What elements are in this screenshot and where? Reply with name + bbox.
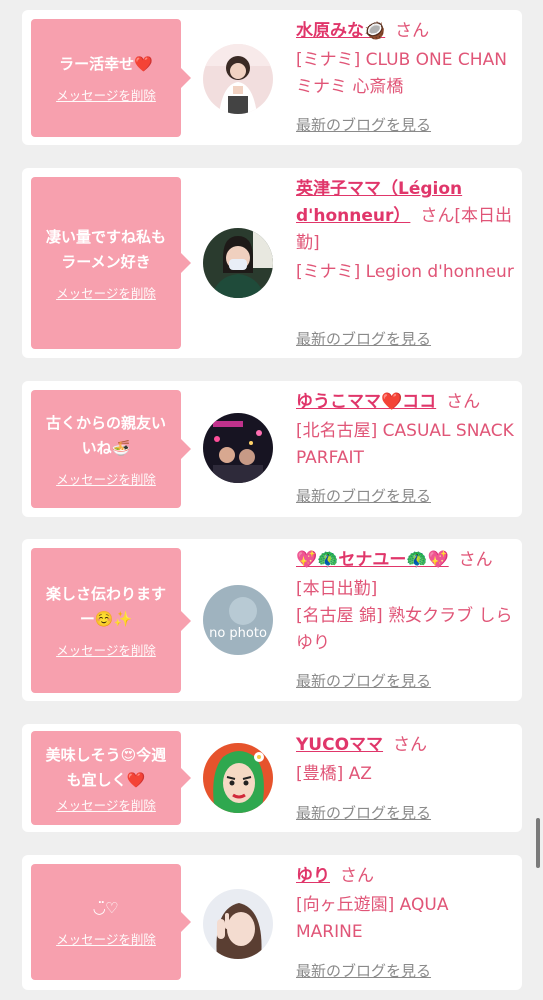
user-name-link[interactable]: ゆり — [296, 866, 330, 886]
latest-blog-link[interactable]: 最新のブログを見る — [296, 960, 431, 981]
shop-text: [豊橋] AZ — [296, 764, 372, 784]
message-bubble: 楽しさ伝わります ー☺️✨ メッセージを削除 — [31, 548, 191, 693]
avatar[interactable] — [203, 228, 273, 298]
user-name-link[interactable]: 水原みな🥥 — [296, 21, 385, 41]
user-name-link[interactable]: YUCOママ — [296, 735, 383, 755]
avatar[interactable] — [203, 44, 273, 114]
delete-message-link[interactable]: メッセージを削除 — [56, 469, 156, 488]
item-info: 💖🦚セナユー🦚💖 さん [本日出勤] [名古屋 錦] 熟女クラブ しらゆり — [296, 547, 516, 657]
delete-message-link[interactable]: メッセージを削除 — [56, 640, 156, 659]
user-name-link[interactable]: ゆうこママ❤️ココ — [296, 392, 436, 412]
message-bubble: ラー活幸せ❤️ メッセージを削除 — [31, 19, 191, 137]
message-text: 古くからの親友い いね🍜 — [45, 413, 166, 457]
message-text: ◡̈♡ — [93, 899, 119, 917]
item-info: YUCOママ さん [豊橋] AZ — [296, 732, 516, 788]
user-name-link[interactable]: 💖🦚セナユー🦚💖 — [296, 550, 449, 570]
avatar[interactable] — [203, 743, 273, 813]
shop-text: [向ヶ丘遊園] AQUA MARINE — [296, 895, 449, 942]
message-bubble: 古くからの親友い いね🍜 メッセージを削除 — [31, 390, 191, 508]
delete-message-link[interactable]: メッセージを削除 — [56, 85, 156, 104]
latest-blog-link[interactable]: 最新のブログを見る — [296, 328, 431, 349]
item-info: 水原みな🥥 さん [ミナミ] CLUB ONE CHAN ミナミ 心斎橋 — [296, 18, 516, 101]
item-info: ゆうこママ❤️ココ さん [北名古屋] CASUAL SNACK PARFAIT — [296, 389, 516, 472]
message-text: 凄い量ですね私も ラーメン好き — [45, 227, 166, 271]
list-item: 古くからの親友い いね🍜 メッセージを削除 ゆうこママ❤️ココ さん [北名古屋]… — [22, 381, 522, 517]
honorific: さん — [340, 866, 374, 886]
shop-text: [本日出勤] [名古屋 錦] 熟女クラブ しらゆり — [296, 579, 513, 653]
list-item: 楽しさ伝わります ー☺️✨ メッセージを削除 no photo 💖🦚セナユー🦚💖… — [22, 539, 522, 701]
delete-message-link[interactable]: メッセージを削除 — [56, 283, 156, 302]
shop-text: [ミナミ] CLUB ONE CHAN ミナミ 心斎橋 — [296, 50, 507, 97]
honorific: さん — [420, 206, 455, 226]
message-text: ラー活幸せ❤️ — [59, 55, 153, 73]
latest-blog-link[interactable]: 最新のブログを見る — [296, 670, 431, 691]
message-text: 楽しさ伝わります ー☺️✨ — [45, 585, 166, 628]
message-bubble: 美味しそう😍今週 も宜しく❤️ メッセージを削除 — [31, 731, 191, 825]
list-item: 美味しそう😍今週 も宜しく❤️ メッセージを削除 YUCOママ さん [豊橋] A… — [22, 724, 522, 832]
avatar[interactable]: no photo — [203, 585, 273, 655]
honorific: さん — [393, 735, 428, 755]
message-bubble: ◡̈♡ メッセージを削除 — [31, 864, 191, 980]
avatar[interactable] — [203, 889, 273, 959]
honorific: さん — [395, 21, 430, 41]
shop-text: [北名古屋] CASUAL SNACK PARFAIT — [296, 421, 514, 468]
list-item: ラー活幸せ❤️ メッセージを削除 水原みな🥥 さん [ミナミ] CLUB ONE … — [22, 10, 522, 145]
message-text: 美味しそう😍今週 も宜しく❤️ — [45, 745, 167, 789]
latest-blog-link[interactable]: 最新のブログを見る — [296, 114, 431, 135]
scrollbar[interactable] — [536, 818, 540, 868]
latest-blog-link[interactable]: 最新のブログを見る — [296, 485, 431, 506]
item-info: ゆり さん [向ヶ丘遊園] AQUA MARINE — [296, 863, 516, 946]
list-item: ◡̈♡ メッセージを削除 ゆり さん [向ヶ丘遊園] AQUA MARINE 最新… — [22, 855, 522, 990]
list-item: 凄い量ですね私も ラーメン好き メッセージを削除 英津子ママ（Légion d'… — [22, 168, 522, 358]
delete-message-link[interactable]: メッセージを削除 — [56, 795, 156, 814]
avatar[interactable] — [203, 413, 273, 483]
honorific: さん — [458, 550, 493, 570]
honorific: さん — [446, 392, 481, 412]
shop-text: [ミナミ] Legion d'honneur — [296, 262, 514, 282]
message-list: ラー活幸せ❤️ メッセージを削除 水原みな🥥 さん [ミナミ] CLUB ONE … — [0, 0, 543, 1000]
item-info: 英津子ママ（Légion d'honneur） さん[本日出勤] [ミナミ] Le… — [296, 176, 516, 286]
message-bubble: 凄い量ですね私も ラーメン好き メッセージを削除 — [31, 177, 191, 349]
latest-blog-link[interactable]: 最新のブログを見る — [296, 802, 431, 823]
delete-message-link[interactable]: メッセージを削除 — [56, 929, 156, 948]
svg-text:no photo: no photo — [209, 626, 267, 641]
